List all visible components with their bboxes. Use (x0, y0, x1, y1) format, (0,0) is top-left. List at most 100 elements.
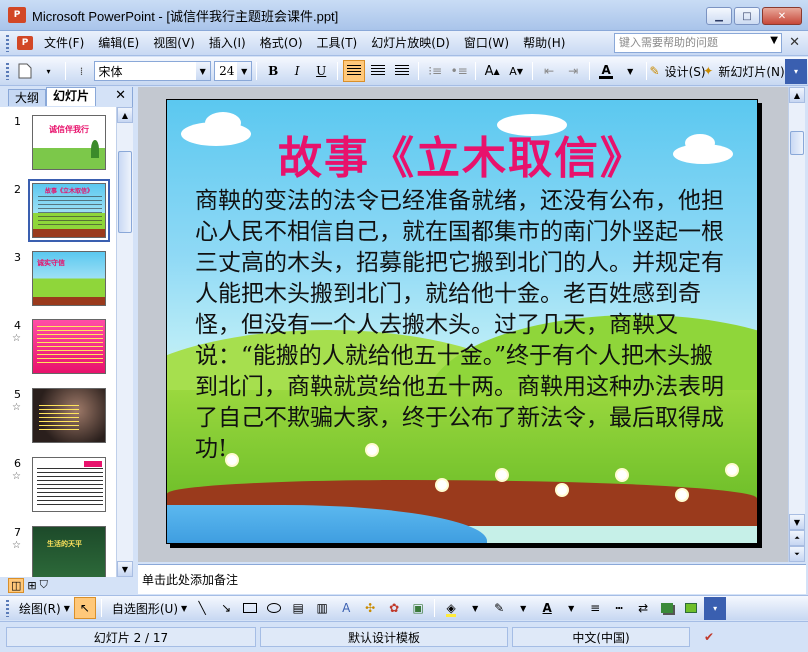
slide-thumbnail-2[interactable]: 故事《立木取信》 (28, 179, 110, 242)
decrease-indent-icon[interactable]: ⇤ (538, 60, 560, 82)
slide-sorter-icon[interactable]: ⊞ (27, 579, 36, 592)
chevron-down-icon[interactable]: ▼ (464, 597, 486, 619)
slide-editing-area[interactable]: 故事《立木取信》 商鞅的变法的法令已经准备就绪，还没有公布，他担心人民不相信自己… (138, 87, 788, 562)
slide-thumbnail-3[interactable]: 诚实守信 (32, 251, 106, 306)
scroll-up-icon[interactable]: ▲ (117, 107, 133, 123)
menu-view[interactable]: 视图(V) (146, 33, 202, 53)
chevron-down-icon[interactable]: ▼ (770, 35, 778, 46)
font-size-select[interactable]: 24 ▼ (214, 61, 253, 81)
help-search-input[interactable]: 键入需要帮助的问题 (614, 33, 782, 53)
slide-title[interactable]: 故事《立木取信》 (167, 122, 757, 186)
shadow-icon[interactable] (656, 597, 678, 619)
powerpoint-app-icon[interactable]: P (8, 7, 26, 23)
maximize-button[interactable]: □ (734, 7, 760, 25)
design-button[interactable]: ✎ 设计(S) (650, 60, 706, 82)
font-color-icon[interactable]: A (536, 597, 558, 619)
document-icon[interactable]: P (17, 36, 33, 50)
bold-button[interactable]: B (262, 60, 284, 82)
toolbar-grip[interactable] (6, 62, 9, 80)
diagram-icon[interactable]: ✣ (359, 597, 381, 619)
3d-style-icon[interactable] (680, 597, 702, 619)
thumbnail-row[interactable]: 3 诚实守信 (0, 251, 116, 311)
menu-edit[interactable]: 编辑(E) (91, 33, 146, 53)
tab-outline[interactable]: 大纲 (8, 89, 47, 106)
menu-window[interactable]: 窗口(W) (457, 33, 516, 53)
slide-thumbnail-1[interactable]: 诚信伴我行 (32, 115, 106, 170)
slideshow-icon[interactable]: ⛉ (40, 578, 48, 592)
thumbnail-row[interactable]: 6 ☆ (0, 457, 116, 517)
minimize-button[interactable]: ▁ (706, 7, 732, 25)
arrow-style-icon[interactable]: ⇄ (632, 597, 654, 619)
clipart-icon[interactable]: ✿ (383, 597, 405, 619)
slide-thumbnail-4[interactable] (32, 319, 106, 374)
chevron-down-icon[interactable]: ▼ (560, 597, 582, 619)
normal-view-icon[interactable]: ◫ (8, 577, 25, 593)
thumbnail-scrollbar[interactable]: ▲ ▼ (116, 107, 133, 577)
scroll-up-icon[interactable]: ▲ (789, 87, 805, 103)
thumbnail-row[interactable]: 1 诚信伴我行 (0, 115, 116, 175)
rectangle-icon[interactable] (239, 597, 261, 619)
menu-file[interactable]: 文件(F) (37, 33, 91, 53)
slide-thumbnail-5[interactable] (32, 388, 106, 443)
toolbar-grip[interactable] (6, 34, 9, 52)
notes-pane[interactable]: 单击此处添加备注 (138, 564, 806, 594)
picture-icon[interactable]: ▣ (407, 597, 429, 619)
scrollbar-thumb[interactable] (118, 151, 132, 233)
autoshapes-button[interactable]: 自选图形(U) ▼ (107, 597, 189, 619)
vertical-textbox-icon[interactable]: ▥ (311, 597, 333, 619)
increase-font-icon[interactable]: A ▲ (481, 60, 503, 82)
next-slide-icon[interactable]: ⏷ (789, 546, 805, 562)
wordart-icon[interactable]: A (335, 597, 357, 619)
font-name-select[interactable]: 宋体 ▼ (93, 61, 211, 81)
line-icon[interactable]: ╲ (191, 597, 213, 619)
chevron-down-icon[interactable]: ▼ (237, 62, 252, 80)
tab-slides[interactable]: 幻灯片 (46, 87, 97, 106)
numbering-icon[interactable]: ⁝≡ (424, 60, 446, 82)
chevron-down-icon[interactable]: ▼ (512, 597, 534, 619)
underline-button[interactable]: U (310, 60, 332, 82)
slide-scrollbar[interactable]: ▲ ▼ ⏶ ⏷ (788, 87, 805, 562)
italic-button[interactable]: I (286, 60, 308, 82)
line-color-icon[interactable]: ✎ (488, 597, 510, 619)
align-right-button[interactable] (391, 60, 413, 82)
thumbnail-row[interactable]: 2 故事《立木取信》 (0, 179, 116, 243)
align-left-button[interactable] (343, 60, 366, 82)
font-color-icon[interactable]: A (595, 60, 617, 82)
spelling-icon[interactable]: ✔ (694, 627, 724, 647)
current-slide[interactable]: 故事《立木取信》 商鞅的变法的法令已经准备就绪，还没有公布，他担心人民不相信自己… (166, 99, 758, 544)
slide-thumbnail-7[interactable]: 生活的天平 (32, 526, 106, 577)
oval-icon[interactable] (263, 597, 285, 619)
align-center-button[interactable] (367, 60, 389, 82)
menu-insert[interactable]: 插入(I) (202, 33, 253, 53)
menu-format[interactable]: 格式(O) (253, 33, 310, 53)
toolbar-options-icon[interactable]: ▾ (704, 596, 727, 620)
thumbnail-row[interactable]: 4 ☆ (0, 319, 116, 379)
scrollbar-thumb[interactable] (790, 131, 804, 155)
toolbar-options-icon[interactable]: ▾ (38, 60, 60, 82)
thumbnail-row[interactable]: 7 ☆ 生活的天平 (0, 526, 116, 577)
thumbnail-row[interactable]: 5 ☆ (0, 388, 116, 448)
close-button[interactable]: ✕ (762, 7, 802, 25)
arrow-icon[interactable]: ↘ (215, 597, 237, 619)
scroll-down-icon[interactable]: ▼ (789, 514, 805, 530)
decrease-font-icon[interactable]: A ▼ (505, 60, 527, 82)
new-slide-button[interactable]: ✦ 新幻灯片(N) (703, 60, 784, 82)
document-close-icon[interactable]: ✕ (789, 35, 800, 50)
menu-tools[interactable]: 工具(T) (310, 33, 365, 53)
dash-style-icon[interactable]: ┅ (608, 597, 630, 619)
toolbar-options-icon[interactable]: ▾ (785, 58, 807, 84)
close-icon[interactable]: ✕ (115, 88, 126, 103)
slide-body-text[interactable]: 商鞅的变法的法令已经准备就绪，还没有公布，他担心人民不相信自己，就在国都集市的南… (195, 186, 735, 465)
menu-slideshow[interactable]: 幻灯片放映(D) (364, 33, 457, 53)
select-pointer-icon[interactable]: ↖ (73, 597, 96, 619)
previous-slide-icon[interactable]: ⏶ (789, 530, 805, 546)
menu-help[interactable]: 帮助(H) (516, 33, 572, 53)
bullets-icon[interactable]: •≡ (448, 60, 470, 82)
line-style-icon[interactable]: ≡ (584, 597, 606, 619)
textbox-icon[interactable]: ▤ (287, 597, 309, 619)
new-document-icon[interactable] (14, 60, 36, 82)
draw-menu-button[interactable]: 绘图(R) ▼ (14, 597, 72, 619)
increase-indent-icon[interactable]: ⇥ (562, 60, 584, 82)
chevron-down-icon[interactable]: ▼ (619, 60, 641, 82)
chevron-down-icon[interactable]: ▼ (195, 62, 210, 80)
